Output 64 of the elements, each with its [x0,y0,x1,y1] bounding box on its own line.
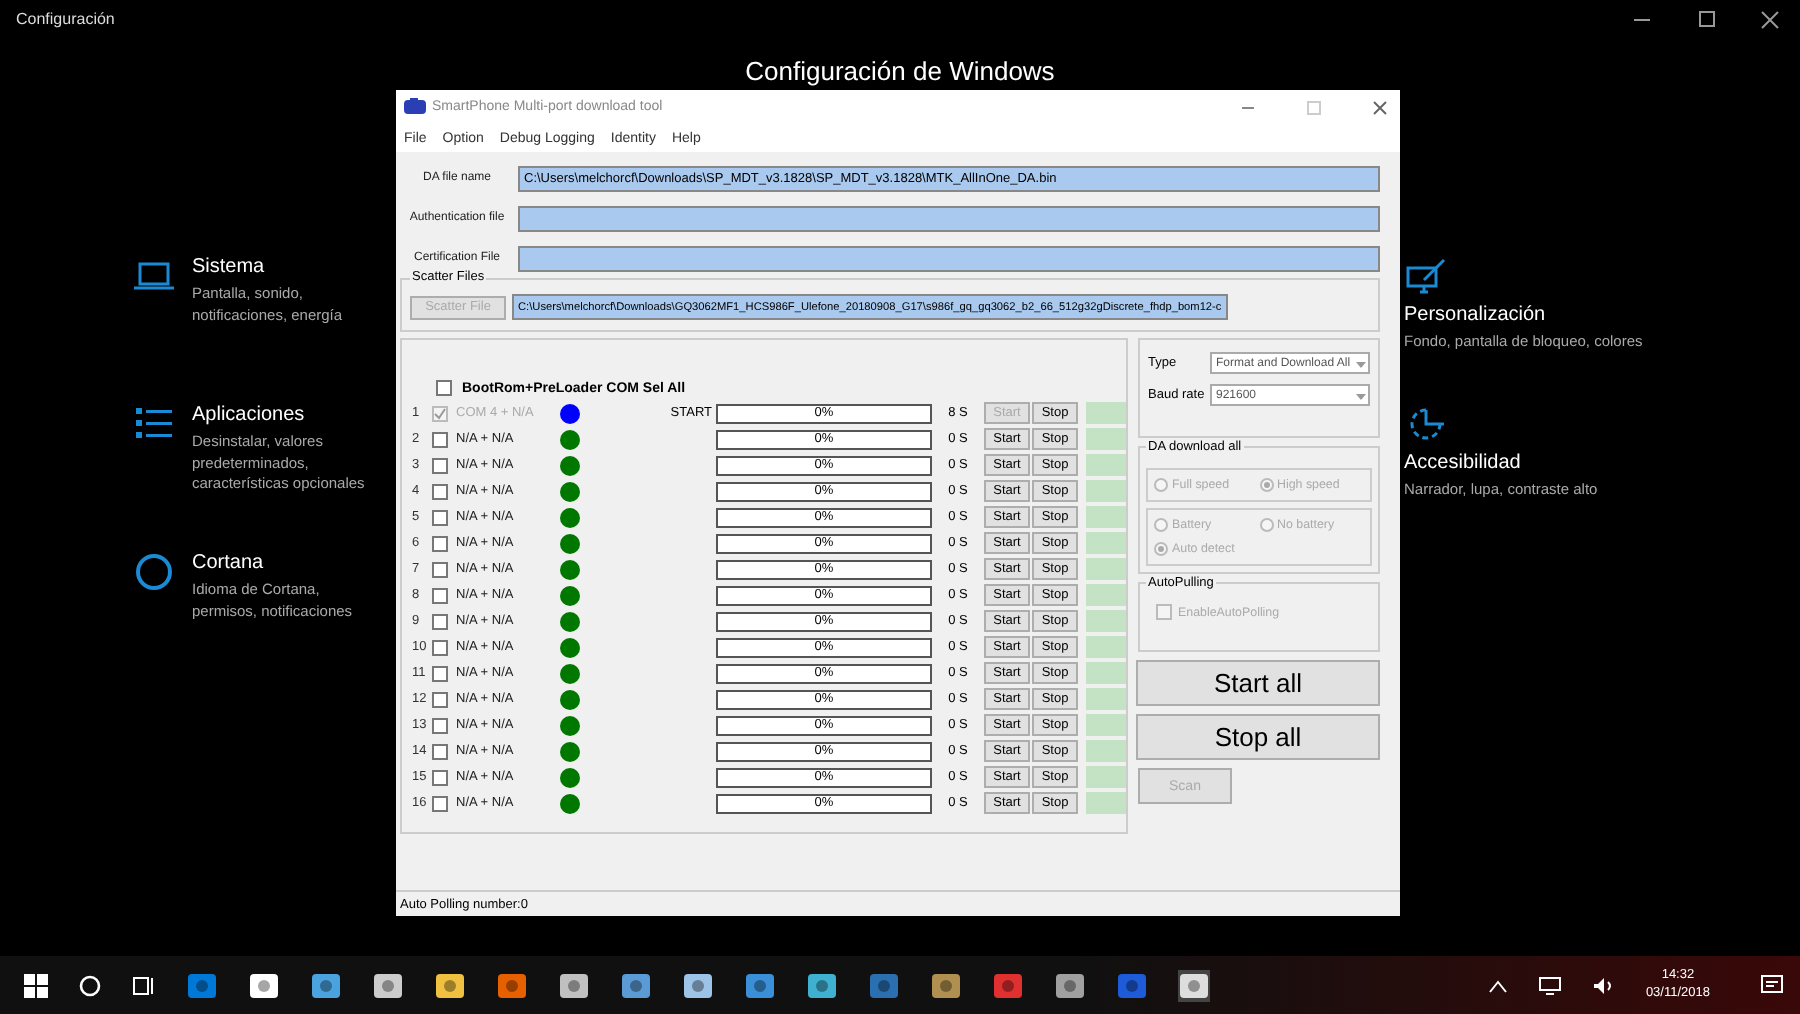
result-indicator [1086,792,1126,814]
result-indicator [1086,610,1126,632]
path-field[interactable] [518,245,1380,271]
stop-all-button[interactable]: Stop all [1136,714,1380,760]
category-title[interactable]: Aplicaciones [192,404,305,426]
result-indicator [1086,506,1126,528]
category-title[interactable]: Personalización [1404,304,1546,326]
list-icon[interactable] [132,404,176,444]
result-indicator [1086,402,1126,424]
checkbox[interactable] [432,483,448,499]
checkbox[interactable] [432,587,448,603]
task-view-icon[interactable] [132,973,156,997]
checkbox[interactable] [432,639,448,655]
notifications-icon[interactable] [1760,974,1784,996]
app-logo-icon [404,98,426,116]
checkbox[interactable] [432,691,448,707]
circle-icon[interactable] [132,552,176,592]
checkbox[interactable] [1156,604,1172,620]
maximize-icon[interactable] [1696,10,1716,30]
app-icon[interactable] [372,969,404,1001]
result-indicator [1086,480,1126,502]
checkbox[interactable] [432,795,448,811]
app-icon[interactable] [930,969,962,1001]
brush-icon[interactable] [1404,256,1448,296]
checkbox[interactable] [436,380,452,396]
app-icon[interactable] [1178,969,1210,1001]
result-indicator [1086,662,1126,684]
checkbox[interactable] [432,743,448,759]
app-icon[interactable] [806,969,838,1001]
result-indicator [1086,532,1126,554]
checkbox[interactable] [432,717,448,733]
chevron-up-icon[interactable] [1487,977,1508,993]
result-indicator [1086,688,1126,710]
app-icon[interactable] [620,969,652,1001]
result-indicator [1086,428,1126,450]
close-icon[interactable] [1760,10,1780,30]
result-indicator [1086,766,1126,788]
checkbox[interactable] [432,665,448,681]
volume-icon[interactable] [1591,975,1616,995]
path-field[interactable] [518,205,1380,231]
page-heading: Configuración de Windows [743,56,1057,86]
category-title[interactable]: Accesibilidad [1404,452,1521,474]
checkbox[interactable] [432,431,448,447]
windows-logo-icon[interactable] [24,973,48,997]
app-icon[interactable] [682,969,714,1001]
checkbox[interactable] [432,457,448,473]
checkbox[interactable] [432,769,448,785]
result-indicator [1086,454,1126,476]
checkbox[interactable] [432,509,448,525]
start-all-button[interactable]: Start all [1136,660,1380,706]
result-indicator [1086,636,1126,658]
result-indicator [1086,558,1126,580]
checkbox[interactable] [432,561,448,577]
checkbox[interactable] [432,535,448,551]
result-indicator [1086,714,1126,736]
close-icon[interactable] [1372,99,1388,115]
result-indicator [1086,740,1126,762]
category-title[interactable]: Cortana [192,552,264,574]
window-title: Configuración [16,10,115,28]
search-icon[interactable] [78,973,102,997]
app-icon[interactable] [1054,969,1086,1001]
category-title[interactable]: Sistema [192,256,265,278]
checkbox[interactable] [432,613,448,629]
result-indicator [1086,584,1126,606]
